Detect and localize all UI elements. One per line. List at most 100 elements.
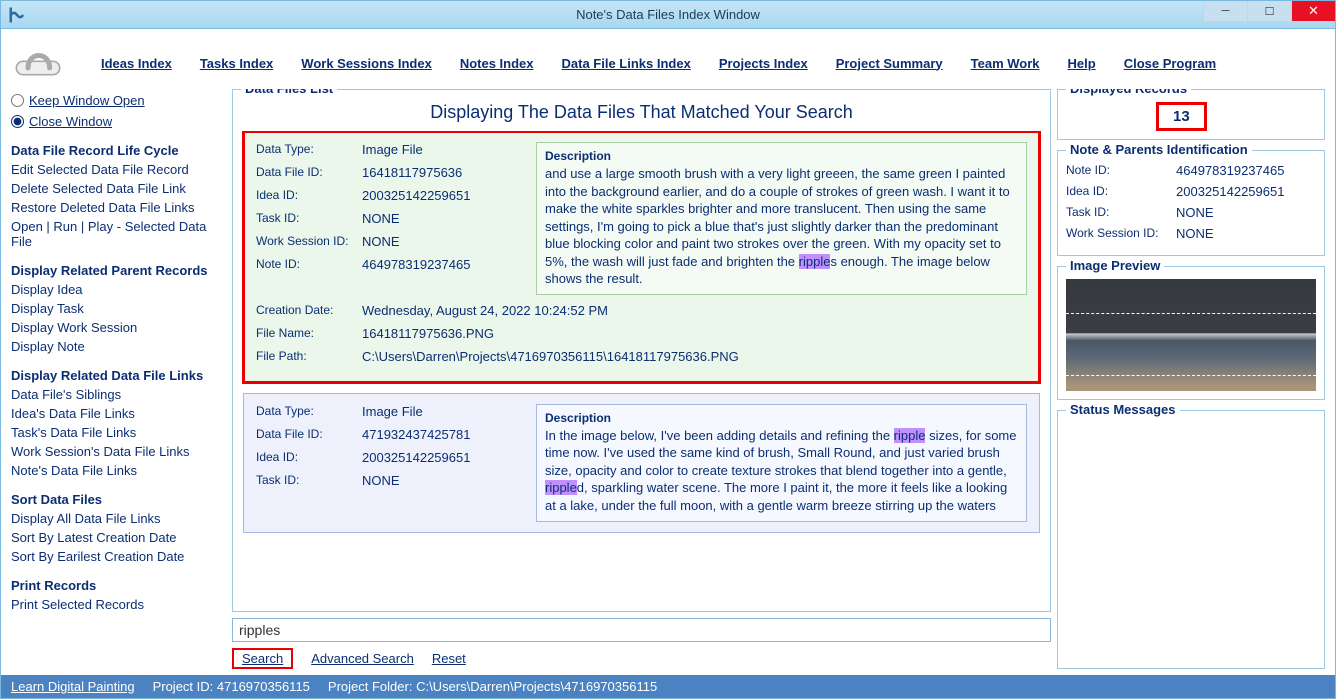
menu-team-work[interactable]: Team Work bbox=[971, 56, 1040, 71]
label-data-file-id: Data File ID: bbox=[256, 427, 362, 442]
menu-data-file-links-index[interactable]: Data File Links Index bbox=[562, 56, 691, 71]
sort-heading: Sort Data Files bbox=[11, 492, 226, 507]
close-button[interactable]: ✕ bbox=[1291, 1, 1335, 21]
label-task-id: Task ID: bbox=[256, 211, 362, 226]
advanced-search-link[interactable]: Advanced Search bbox=[311, 651, 414, 666]
displayed-records-legend: Displayed Records bbox=[1066, 89, 1191, 96]
task-data-file-links[interactable]: Task's Data File Links bbox=[11, 425, 226, 440]
menu-projects-index[interactable]: Projects Index bbox=[719, 56, 808, 71]
open-run-play-selected[interactable]: Open | Run | Play - Selected Data File bbox=[11, 219, 226, 249]
sort-latest[interactable]: Sort By Latest Creation Date bbox=[11, 530, 226, 545]
highlight-ripple: ripple bbox=[799, 254, 831, 269]
display-note[interactable]: Display Note bbox=[11, 339, 226, 354]
menu-help[interactable]: Help bbox=[1068, 56, 1096, 71]
display-all-links[interactable]: Display All Data File Links bbox=[11, 511, 226, 526]
close-window-radio[interactable] bbox=[11, 115, 24, 128]
value-note-id: 464978319237465 bbox=[362, 257, 470, 272]
status-messages-legend: Status Messages bbox=[1066, 402, 1180, 417]
data-file-record[interactable]: Data Type:Image File Data File ID:471932… bbox=[243, 393, 1040, 533]
work-session-data-file-links[interactable]: Work Session's Data File Links bbox=[11, 444, 226, 459]
menu-project-summary[interactable]: Project Summary bbox=[836, 56, 943, 71]
sort-earliest[interactable]: Sort By Earilest Creation Date bbox=[11, 549, 226, 564]
label-work-session-id: Work Session ID: bbox=[256, 234, 362, 249]
value-work-session-id: NONE bbox=[362, 234, 400, 249]
sidebar: Keep Window Open Close Window Data File … bbox=[11, 89, 226, 669]
menu-tasks-index[interactable]: Tasks Index bbox=[200, 56, 273, 71]
logo-icon bbox=[13, 43, 63, 83]
app-icon bbox=[7, 5, 27, 25]
label-task-id: Task ID: bbox=[256, 473, 362, 488]
menu-notes-index[interactable]: Notes Index bbox=[460, 56, 534, 71]
value-data-type: Image File bbox=[362, 404, 423, 419]
value-idea-id: 200325142259651 bbox=[362, 188, 470, 203]
data-file-record-selected[interactable]: Data Type:Image File Data File ID:164181… bbox=[243, 131, 1040, 383]
description-heading: Description bbox=[545, 411, 1018, 425]
displayed-records-panel: Displayed Records 13 bbox=[1057, 89, 1325, 140]
status-bar: Learn Digital Painting Project ID: 47169… bbox=[1, 675, 1335, 698]
highlight-ripple: ripple bbox=[894, 428, 926, 443]
list-scroll[interactable]: Data Type:Image File Data File ID:164181… bbox=[237, 131, 1046, 607]
delete-selected-link[interactable]: Delete Selected Data File Link bbox=[11, 181, 226, 196]
data-file-siblings[interactable]: Data File's Siblings bbox=[11, 387, 226, 402]
title-bar: Note's Data Files Index Window ─ ☐ ✕ bbox=[1, 1, 1335, 29]
parents-heading: Display Related Parent Records bbox=[11, 263, 226, 278]
minimize-button[interactable]: ─ bbox=[1203, 1, 1247, 21]
menu-work-sessions-index[interactable]: Work Sessions Index bbox=[301, 56, 432, 71]
maximize-button[interactable]: ☐ bbox=[1247, 1, 1291, 21]
footer-learn-link[interactable]: Learn Digital Painting bbox=[11, 679, 135, 694]
id-task-value: NONE bbox=[1176, 205, 1214, 220]
keep-window-open-radio[interactable] bbox=[11, 94, 24, 107]
status-messages-panel: Status Messages bbox=[1057, 410, 1325, 669]
lifecycle-heading: Data File Record Life Cycle bbox=[11, 143, 226, 158]
restore-deleted-links[interactable]: Restore Deleted Data File Links bbox=[11, 200, 226, 215]
id-note-value: 464978319237465 bbox=[1176, 163, 1284, 178]
close-window-label[interactable]: Close Window bbox=[29, 114, 112, 129]
print-selected[interactable]: Print Selected Records bbox=[11, 597, 226, 612]
display-task[interactable]: Display Task bbox=[11, 301, 226, 316]
value-task-id: NONE bbox=[362, 473, 400, 488]
menu-close-program[interactable]: Close Program bbox=[1124, 56, 1216, 71]
id-task-label: Task ID: bbox=[1066, 205, 1176, 220]
identification-panel: Note & Parents Identification Note ID:46… bbox=[1057, 150, 1325, 256]
value-data-file-id: 471932437425781 bbox=[362, 427, 470, 442]
description-heading: Description bbox=[545, 149, 1018, 163]
identification-legend: Note & Parents Identification bbox=[1066, 142, 1252, 157]
displayed-count: 13 bbox=[1156, 102, 1207, 131]
edit-selected-record[interactable]: Edit Selected Data File Record bbox=[11, 162, 226, 177]
print-heading: Print Records bbox=[11, 578, 226, 593]
data-files-list-legend: Data Files List bbox=[241, 89, 337, 96]
description-box: Description In the image below, I've bee… bbox=[536, 404, 1027, 522]
data-files-list-panel: Data Files List Displaying The Data File… bbox=[232, 89, 1051, 612]
label-data-type: Data Type: bbox=[256, 142, 362, 157]
highlight-ripple: ripple bbox=[545, 480, 577, 495]
display-work-session[interactable]: Display Work Session bbox=[11, 320, 226, 335]
search-button[interactable]: Search bbox=[232, 648, 293, 669]
list-title: Displaying The Data Files That Matched Y… bbox=[237, 102, 1046, 123]
idea-data-file-links[interactable]: Idea's Data File Links bbox=[11, 406, 226, 421]
image-preview[interactable] bbox=[1066, 279, 1316, 391]
keep-window-open-label[interactable]: Keep Window Open bbox=[29, 93, 145, 108]
footer-project-folder: Project Folder: C:\Users\Darren\Projects… bbox=[328, 679, 657, 694]
note-data-file-links[interactable]: Note's Data File Links bbox=[11, 463, 226, 478]
description-text: In the image below, I've been adding det… bbox=[545, 427, 1018, 515]
id-ws-value: NONE bbox=[1176, 226, 1214, 241]
value-data-type: Image File bbox=[362, 142, 423, 157]
reset-link[interactable]: Reset bbox=[432, 651, 466, 666]
id-idea-label: Idea ID: bbox=[1066, 184, 1176, 199]
label-file-name: File Name: bbox=[256, 326, 362, 341]
id-idea-value: 200325142259651 bbox=[1176, 184, 1284, 199]
value-task-id: NONE bbox=[362, 211, 400, 226]
menu-ideas-index[interactable]: Ideas Index bbox=[101, 56, 172, 71]
search-input[interactable] bbox=[232, 618, 1051, 642]
description-text: and use a large smooth brush with a very… bbox=[545, 165, 1018, 288]
label-data-file-id: Data File ID: bbox=[256, 165, 362, 180]
id-ws-label: Work Session ID: bbox=[1066, 226, 1176, 241]
id-note-label: Note ID: bbox=[1066, 163, 1176, 178]
label-idea-id: Idea ID: bbox=[256, 188, 362, 203]
label-creation-date: Creation Date: bbox=[256, 303, 362, 318]
value-idea-id: 200325142259651 bbox=[362, 450, 470, 465]
value-file-name: 16418117975636.PNG bbox=[362, 326, 494, 341]
display-idea[interactable]: Display Idea bbox=[11, 282, 226, 297]
value-data-file-id: 16418117975636 bbox=[362, 165, 462, 180]
value-creation-date: Wednesday, August 24, 2022 10:24:52 PM bbox=[362, 303, 608, 318]
